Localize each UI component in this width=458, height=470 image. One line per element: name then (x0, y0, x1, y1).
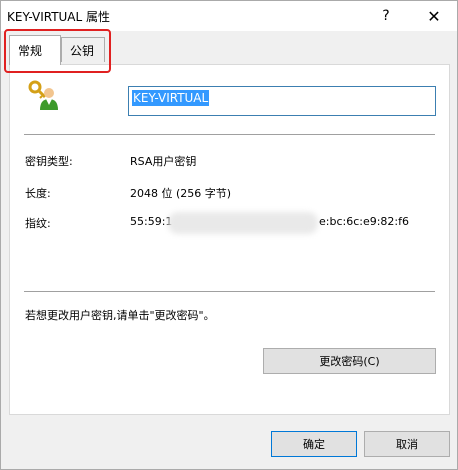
divider (24, 291, 435, 292)
key-name-value: KEY-VIRTUAL (132, 90, 210, 106)
window-title: KEY-VIRTUAL 属性 (7, 10, 111, 24)
change-password-button[interactable]: 更改密码(C) (263, 348, 436, 374)
help-button[interactable]: ? (364, 1, 408, 31)
key-type-value: RSA用户密钥 (130, 155, 197, 168)
fingerprint-end: e:bc:6c:e9:82:f6 (319, 215, 410, 228)
tab-general[interactable]: 常规 (9, 35, 61, 65)
length-value: 2048 位 (256 字节) (130, 187, 232, 200)
fingerprint-redaction (168, 212, 318, 234)
fingerprint-value: 55:59:1 e:bc:6c:e9:82:f6 (130, 212, 430, 234)
key-type-label: 密钥类型: (25, 155, 73, 168)
fingerprint-label: 指纹: (25, 217, 51, 230)
title-bar: KEY-VIRTUAL 属性 ? ✕ (1, 1, 457, 31)
tab-public-key[interactable]: 公钥 (61, 37, 105, 62)
general-panel: KEY-VIRTUAL 密钥类型: RSA用户密钥 长度: 2048 位 (25… (9, 64, 450, 415)
cancel-button[interactable]: 取消 (364, 431, 450, 457)
hint-text: 若想更改用户密钥,请单击"更改密码"。 (25, 309, 215, 322)
ok-button[interactable]: 确定 (271, 431, 357, 457)
tab-strip: 常规 公钥 (1, 31, 457, 65)
length-label: 长度: (25, 187, 51, 200)
fingerprint-start: 55:59:1 (130, 215, 173, 228)
divider (24, 134, 435, 135)
key-name-field[interactable]: KEY-VIRTUAL (128, 86, 436, 116)
properties-dialog: KEY-VIRTUAL 属性 ? ✕ 常规 公钥 KEY-VIRTUAL 密钥类… (0, 0, 458, 470)
close-button[interactable]: ✕ (412, 1, 456, 31)
key-user-icon (27, 79, 59, 111)
